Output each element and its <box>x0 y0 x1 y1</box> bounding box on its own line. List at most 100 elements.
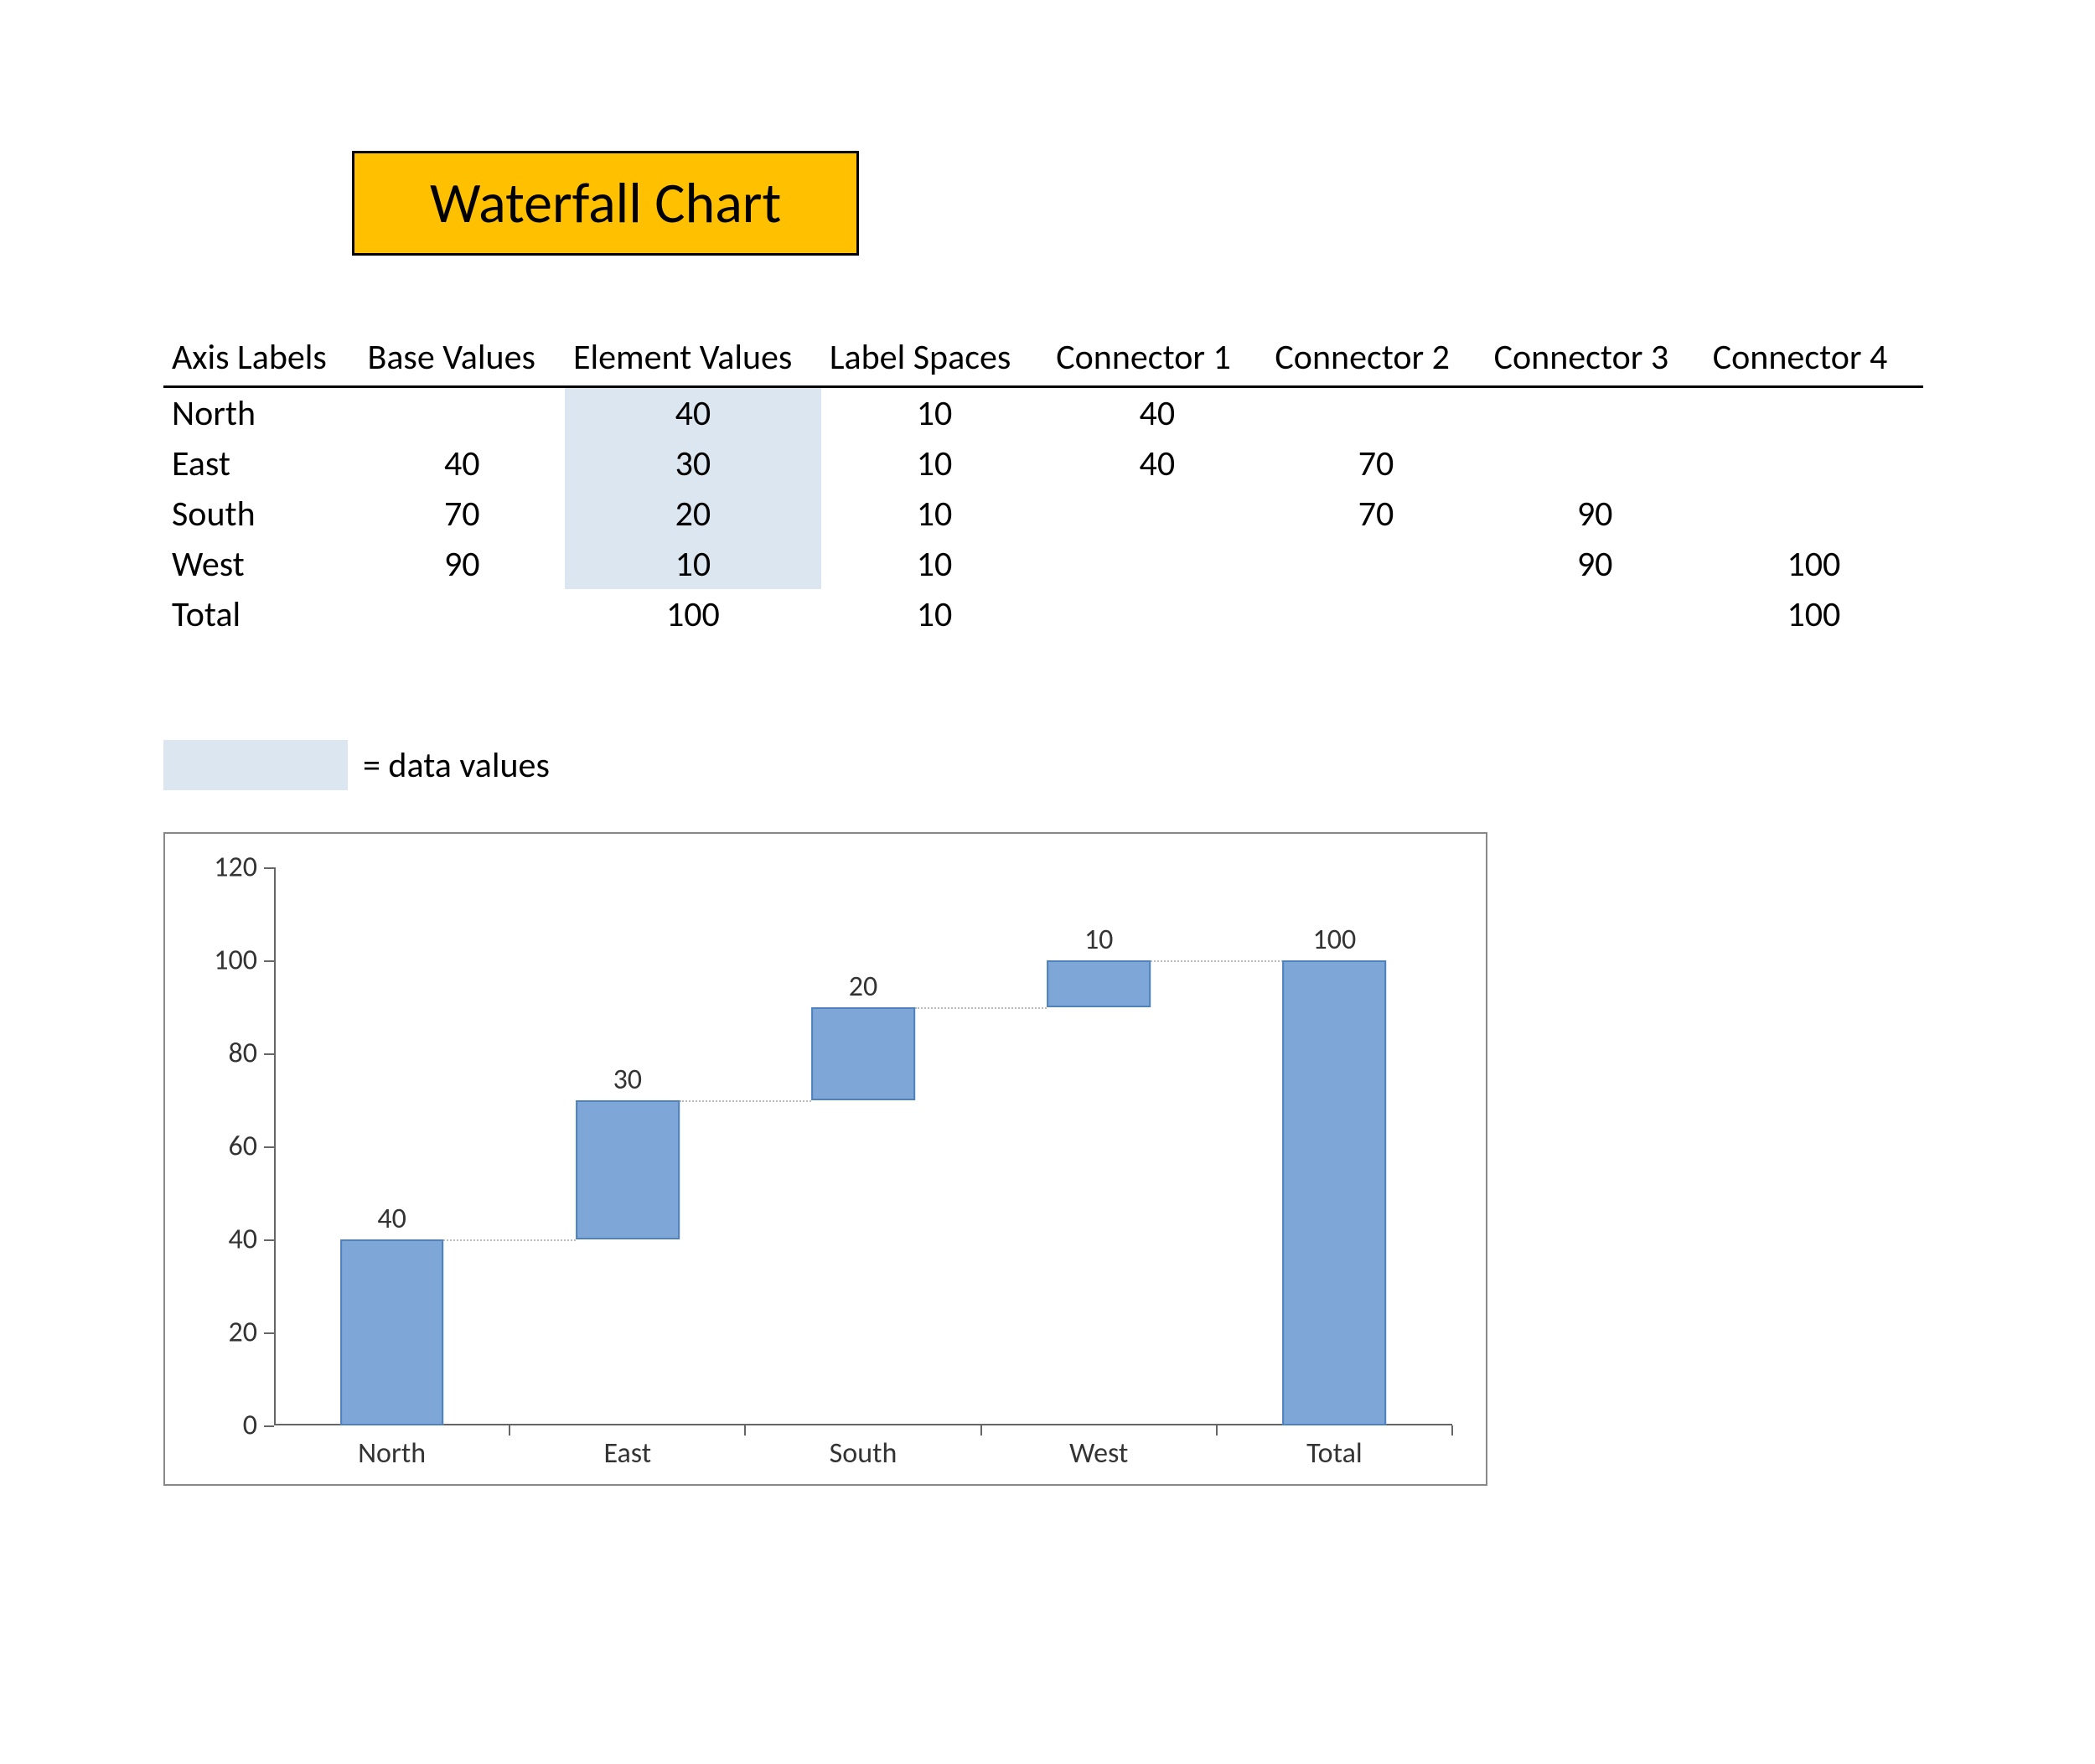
x-axis <box>274 1424 1452 1425</box>
x-tick-label: East <box>603 1436 651 1471</box>
table-row: West90101090100 <box>163 539 1923 589</box>
table-cell: East <box>163 438 359 489</box>
y-tick-label: 60 <box>207 1130 257 1164</box>
table-cell <box>1266 589 1485 639</box>
bar <box>340 1239 444 1425</box>
y-tick <box>264 1425 274 1427</box>
table-cell: 30 <box>565 438 821 489</box>
y-tick <box>264 867 274 869</box>
y-tick <box>264 1053 274 1055</box>
bar <box>576 1100 680 1240</box>
y-tick <box>264 1146 274 1148</box>
table-header: Connector 3 <box>1486 331 1704 387</box>
bar-data-label: 40 <box>377 1202 406 1236</box>
y-tick-label: 0 <box>207 1409 257 1443</box>
table-cell: 90 <box>1486 489 1704 539</box>
table-cell <box>1486 438 1704 489</box>
y-tick-label: 80 <box>207 1037 257 1071</box>
bar-data-label: 100 <box>1313 923 1357 957</box>
legend-swatch <box>163 740 348 790</box>
chart-title-box: Waterfall Chart <box>352 151 859 256</box>
y-tick <box>264 1239 274 1241</box>
bar <box>1283 960 1387 1425</box>
y-tick-label: 120 <box>207 851 257 885</box>
table-cell <box>1486 589 1704 639</box>
table-cell: 70 <box>1266 438 1485 489</box>
table-cell: 10 <box>821 489 1048 539</box>
waterfall-chart: 0 20 40 60 80 100 120 40 North 30 East 20 South 10 Wes… <box>163 832 1487 1486</box>
bar-data-label: 10 <box>1084 923 1113 957</box>
table-row: East4030104070 <box>163 438 1923 489</box>
table-cell <box>359 589 565 639</box>
table-cell <box>1048 489 1266 539</box>
table-cell <box>359 387 565 439</box>
table-header: Connector 1 <box>1048 331 1266 387</box>
connector-line <box>1151 960 1282 962</box>
table-cell: 40 <box>565 387 821 439</box>
table-cell: 90 <box>1486 539 1704 589</box>
x-tick <box>980 1425 982 1436</box>
table-cell: Total <box>163 589 359 639</box>
y-tick <box>264 960 274 962</box>
x-tick-label: West <box>1069 1436 1128 1471</box>
table-cell: South <box>163 489 359 539</box>
x-tick-label: North <box>358 1436 426 1471</box>
y-tick-label: 100 <box>207 944 257 978</box>
table-cell: West <box>163 539 359 589</box>
table-cell <box>1486 387 1704 439</box>
table-cell: 20 <box>565 489 821 539</box>
x-tick <box>509 1425 510 1436</box>
table-cell: 90 <box>359 539 565 589</box>
table-cell: 40 <box>359 438 565 489</box>
table-cell <box>1266 387 1485 439</box>
table-cell: 40 <box>1048 387 1266 439</box>
x-tick <box>1216 1425 1218 1436</box>
x-tick <box>744 1425 746 1436</box>
table-cell: 10 <box>821 589 1048 639</box>
table-cell <box>1704 438 1923 489</box>
table-cell: 70 <box>359 489 565 539</box>
y-tick-label: 20 <box>207 1316 257 1350</box>
x-tick-label: Total <box>1306 1436 1363 1471</box>
table-cell <box>1048 539 1266 589</box>
table-row: North 401040 <box>163 387 1923 439</box>
table-cell <box>1704 387 1923 439</box>
table-cell: 10 <box>565 539 821 589</box>
y-tick <box>264 1332 274 1334</box>
table-header: Axis Labels <box>163 331 359 387</box>
table-cell: 70 <box>1266 489 1485 539</box>
data-table: Axis LabelsBase ValuesElement ValuesLabe… <box>163 331 1923 639</box>
legend-label: = data values <box>363 744 550 787</box>
table-cell: 40 <box>1048 438 1266 489</box>
y-axis <box>274 867 276 1425</box>
connector-line <box>443 1239 575 1241</box>
bar-data-label: 30 <box>613 1062 642 1096</box>
table-cell: 10 <box>821 438 1048 489</box>
bar <box>1047 960 1151 1007</box>
table-row: South7020107090 <box>163 489 1923 539</box>
table-cell: 100 <box>1704 589 1923 639</box>
table-header: Element Values <box>565 331 821 387</box>
table-cell: 100 <box>565 589 821 639</box>
table-header: Base Values <box>359 331 565 387</box>
connector-line <box>680 1100 811 1102</box>
table-header: Connector 4 <box>1704 331 1923 387</box>
connector-line <box>915 1007 1047 1009</box>
table-cell: North <box>163 387 359 439</box>
y-tick-label: 40 <box>207 1223 257 1257</box>
table-cell <box>1704 489 1923 539</box>
chart-title: Waterfall Chart <box>430 168 781 238</box>
table-cell: 10 <box>821 539 1048 589</box>
table-cell <box>1048 589 1266 639</box>
x-tick <box>1451 1425 1453 1436</box>
table-header: Connector 2 <box>1266 331 1485 387</box>
bar-data-label: 20 <box>849 969 877 1003</box>
bar <box>811 1007 915 1100</box>
legend: = data values <box>163 740 1944 790</box>
table-header: Label Spaces <box>821 331 1048 387</box>
table-cell <box>1266 539 1485 589</box>
table-cell: 100 <box>1704 539 1923 589</box>
table-cell: 10 <box>821 387 1048 439</box>
table-row: Total10010100 <box>163 589 1923 639</box>
x-tick-label: South <box>830 1436 897 1471</box>
